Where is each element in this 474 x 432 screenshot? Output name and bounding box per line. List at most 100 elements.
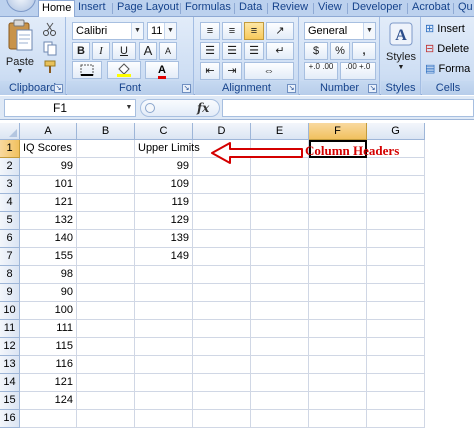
increase-decimal-button[interactable]: +.0 .00 bbox=[304, 62, 338, 80]
cell-b8[interactable] bbox=[77, 266, 135, 284]
cell-c10[interactable] bbox=[135, 302, 193, 320]
cell-a14[interactable]: 121 bbox=[20, 374, 77, 392]
cell-a1[interactable]: IQ Scores bbox=[20, 140, 77, 158]
cell-d16[interactable] bbox=[193, 410, 251, 428]
dialog-launcher-icon[interactable]: ↘ bbox=[182, 84, 191, 93]
cell-c16[interactable] bbox=[135, 410, 193, 428]
format-cells-button[interactable]: ▤ Forma bbox=[425, 62, 470, 78]
tab-review[interactable]: Review bbox=[269, 0, 311, 17]
wrap-text-button[interactable]: ↵ bbox=[266, 42, 294, 60]
cell-b11[interactable] bbox=[77, 320, 135, 338]
cell-c6[interactable]: 139 bbox=[135, 230, 193, 248]
borders-button[interactable] bbox=[72, 61, 102, 79]
tab-home[interactable]: Home bbox=[38, 0, 76, 18]
cell-f11[interactable] bbox=[309, 320, 367, 338]
cell-e3[interactable] bbox=[251, 176, 309, 194]
align-left-button[interactable]: ☰ bbox=[200, 42, 220, 60]
cell-d10[interactable] bbox=[193, 302, 251, 320]
cell-f12[interactable] bbox=[309, 338, 367, 356]
cell-g8[interactable] bbox=[367, 266, 425, 284]
currency-button[interactable]: $ bbox=[304, 42, 328, 60]
cell-d7[interactable] bbox=[193, 248, 251, 266]
cell-a12[interactable]: 115 bbox=[20, 338, 77, 356]
cell-d12[interactable] bbox=[193, 338, 251, 356]
cell-b12[interactable] bbox=[77, 338, 135, 356]
cell-f15[interactable] bbox=[309, 392, 367, 410]
cell-g10[interactable] bbox=[367, 302, 425, 320]
cell-d6[interactable] bbox=[193, 230, 251, 248]
column-header-d[interactable]: D bbox=[193, 123, 251, 140]
format-painter-button[interactable] bbox=[42, 59, 60, 75]
cell-b5[interactable] bbox=[77, 212, 135, 230]
cell-f7[interactable] bbox=[309, 248, 367, 266]
tab-data[interactable]: Data bbox=[236, 0, 265, 17]
cell-b3[interactable] bbox=[77, 176, 135, 194]
column-header-a[interactable]: A bbox=[20, 123, 77, 140]
cell-b13[interactable] bbox=[77, 356, 135, 374]
dialog-launcher-icon[interactable]: ↘ bbox=[54, 84, 63, 93]
cell-e10[interactable] bbox=[251, 302, 309, 320]
formula-bar-splitter[interactable]: fx bbox=[140, 99, 220, 117]
row-header-9[interactable]: 9 bbox=[0, 284, 20, 302]
cell-e7[interactable] bbox=[251, 248, 309, 266]
cell-a15[interactable]: 124 bbox=[20, 392, 77, 410]
cell-f3[interactable] bbox=[309, 176, 367, 194]
row-header-7[interactable]: 7 bbox=[0, 248, 20, 266]
office-button[interactable] bbox=[6, 0, 36, 12]
row-header-16[interactable]: 16 bbox=[0, 410, 20, 428]
cell-a4[interactable]: 121 bbox=[20, 194, 77, 212]
cell-f9[interactable] bbox=[309, 284, 367, 302]
column-header-b[interactable]: B bbox=[77, 123, 135, 140]
cell-c15[interactable] bbox=[135, 392, 193, 410]
cell-f8[interactable] bbox=[309, 266, 367, 284]
chevron-down-icon[interactable]: ▼ bbox=[123, 100, 135, 116]
cell-g7[interactable] bbox=[367, 248, 425, 266]
align-center-button[interactable]: ☰ bbox=[222, 42, 242, 60]
cell-c4[interactable]: 119 bbox=[135, 194, 193, 212]
tab-view[interactable]: View bbox=[315, 0, 345, 17]
chevron-down-icon[interactable]: ▼ bbox=[363, 23, 375, 39]
cell-a13[interactable]: 116 bbox=[20, 356, 77, 374]
row-header-15[interactable]: 15 bbox=[0, 392, 20, 410]
align-bottom-button[interactable]: ≡ bbox=[244, 22, 264, 40]
decrease-indent-button[interactable]: ⇤ bbox=[200, 62, 220, 80]
row-header-12[interactable]: 12 bbox=[0, 338, 20, 356]
cell-c8[interactable] bbox=[135, 266, 193, 284]
row-header-8[interactable]: 8 bbox=[0, 266, 20, 284]
cell-f16[interactable] bbox=[309, 410, 367, 428]
cell-e14[interactable] bbox=[251, 374, 309, 392]
increase-indent-button[interactable]: ⇥ bbox=[222, 62, 242, 80]
cell-f14[interactable] bbox=[309, 374, 367, 392]
cell-e4[interactable] bbox=[251, 194, 309, 212]
row-header-1[interactable]: 1 bbox=[0, 140, 20, 158]
cell-a10[interactable]: 100 bbox=[20, 302, 77, 320]
tab-formulas[interactable]: Formulas bbox=[182, 0, 234, 17]
column-header-c[interactable]: C bbox=[135, 123, 193, 140]
cell-c11[interactable] bbox=[135, 320, 193, 338]
cell-e9[interactable] bbox=[251, 284, 309, 302]
row-header-11[interactable]: 11 bbox=[0, 320, 20, 338]
cell-e8[interactable] bbox=[251, 266, 309, 284]
cell-c5[interactable]: 129 bbox=[135, 212, 193, 230]
cut-button[interactable] bbox=[42, 21, 60, 37]
row-header-6[interactable]: 6 bbox=[0, 230, 20, 248]
splitter-handle-icon[interactable] bbox=[145, 103, 155, 113]
italic-button[interactable]: I bbox=[92, 42, 110, 60]
percent-button[interactable]: % bbox=[330, 42, 350, 60]
decrease-decimal-button[interactable]: .00 +.0 bbox=[340, 62, 376, 80]
cell-b1[interactable] bbox=[77, 140, 135, 158]
insert-function-icon[interactable]: fx bbox=[197, 101, 209, 115]
row-header-13[interactable]: 13 bbox=[0, 356, 20, 374]
bold-button[interactable]: B bbox=[72, 42, 90, 60]
orientation-button[interactable]: ↗ bbox=[266, 22, 294, 40]
cell-a9[interactable]: 90 bbox=[20, 284, 77, 302]
row-header-14[interactable]: 14 bbox=[0, 374, 20, 392]
cell-d8[interactable] bbox=[193, 266, 251, 284]
cell-b7[interactable] bbox=[77, 248, 135, 266]
cell-g9[interactable] bbox=[367, 284, 425, 302]
cell-a3[interactable]: 101 bbox=[20, 176, 77, 194]
cell-b10[interactable] bbox=[77, 302, 135, 320]
row-header-3[interactable]: 3 bbox=[0, 176, 20, 194]
dialog-launcher-icon[interactable]: ↘ bbox=[368, 84, 377, 93]
cell-e13[interactable] bbox=[251, 356, 309, 374]
